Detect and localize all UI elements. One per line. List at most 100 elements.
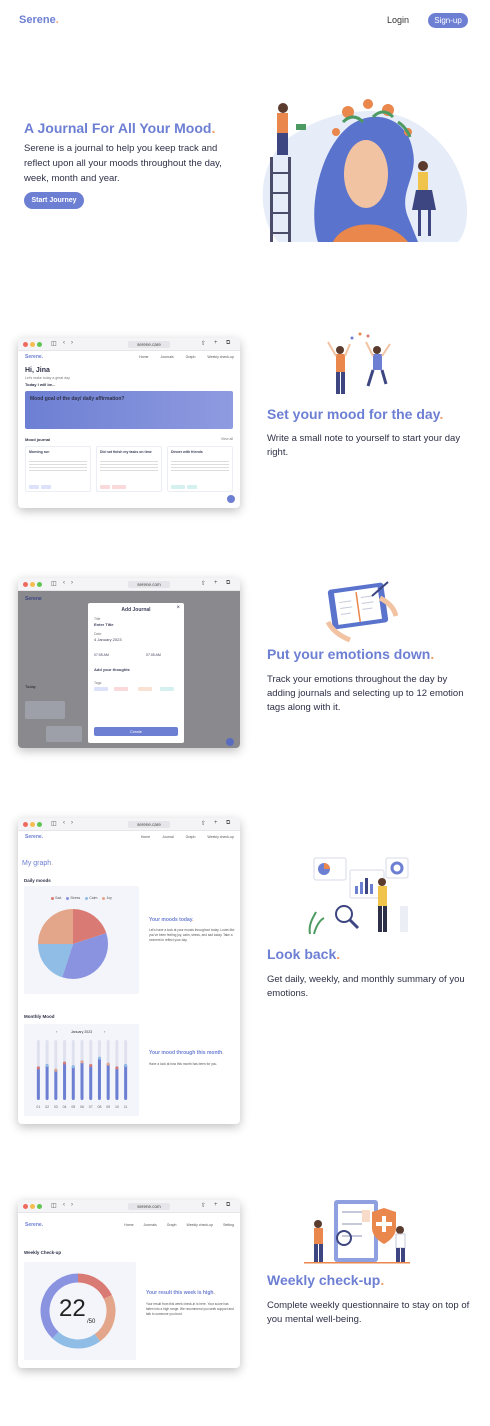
bar-label: 10 <box>115 1105 119 1109</box>
signup-button[interactable]: Sign-up <box>428 13 468 28</box>
bg-card <box>46 726 82 742</box>
bar-cap <box>97 1056 101 1060</box>
nav-home: Home <box>140 835 151 839</box>
pie-slice-joy <box>38 909 73 944</box>
title-label: Title <box>94 617 101 621</box>
bar-label: 09 <box>106 1105 110 1109</box>
legend-swatch <box>51 896 55 900</box>
feature-title-emotions: Put your emotions down. <box>267 646 435 662</box>
bar-label: 02 <box>45 1105 49 1109</box>
sidebar-icon: ◫ <box>51 581 57 587</box>
monthly-chart-card: ‹ January 2023 › 01 02 03 04 05 06 07 08 09 10 11 <box>24 1024 139 1116</box>
bar-cap <box>36 1066 40 1070</box>
nav-home: Home <box>124 1223 134 1227</box>
new-tab-icon: + <box>214 820 218 826</box>
chart-legend: Sad Stress Calm Joy <box>24 896 139 900</box>
title-input: Enter Title <box>94 622 114 627</box>
affirmation-banner: Mood goal of the day/ daily affirmation? <box>25 391 233 429</box>
legend-item: Joy <box>102 896 112 900</box>
bar <box>36 1066 40 1100</box>
writing-illustration <box>325 581 398 642</box>
tag <box>100 485 110 489</box>
bar-cap <box>80 1060 84 1064</box>
view-all-link: View all <box>221 437 233 441</box>
app-logo: Serene. <box>25 354 44 360</box>
legend-item: Stress <box>66 896 80 900</box>
monthly-mood-label: Monthly Mood <box>24 1014 55 1019</box>
app-nav: Serene. Home Journals Graph Weekly check… <box>18 351 240 363</box>
address-bar: serene.com <box>128 1203 170 1210</box>
month-text: Have a look at how this month has been f… <box>149 1062 218 1066</box>
app-logo: Serene <box>25 596 42 602</box>
time-from-input: 07:05 AM <box>94 653 109 657</box>
hero-title: A Journal For All Your Mood. <box>24 120 216 136</box>
legend-swatch <box>85 896 89 900</box>
bar-label: 11 <box>124 1105 128 1109</box>
screenshot-home: ◫ ‹ › serene.care ⇧ + ⧉ Serene. Home Jou… <box>18 338 240 508</box>
address-bar: serene.care <box>128 341 170 348</box>
browser-toolbar: ◫ ‹ › serene.com ⇧ + ⧉ <box>18 578 240 591</box>
create-button: Create <box>94 727 178 736</box>
mood-journal-label: Mood journal <box>25 437 51 442</box>
bar <box>80 1060 84 1100</box>
journal-card: Did not finish my tasks on time <box>96 446 162 492</box>
nav-setting: Setting <box>223 1223 234 1227</box>
login-link[interactable]: Login <box>387 15 409 25</box>
forward-icon: › <box>71 340 73 346</box>
nav-journals: Journals <box>160 355 174 359</box>
hero-description: Serene is a journal to help you keep tra… <box>24 143 222 184</box>
tag <box>94 687 108 691</box>
feature-title-weekly: Weekly check-up. <box>267 1272 385 1288</box>
back-icon: ‹ <box>63 340 65 346</box>
bar-label: 03 <box>54 1105 58 1109</box>
nav-graph: Graph <box>185 835 196 839</box>
bar-cap <box>71 1065 75 1069</box>
share-icon: ⇧ <box>201 1203 207 1209</box>
screenshot-graph: ◫ ‹ › serene.care ⇧ + ⧉ Serene. Home Jou… <box>18 818 240 1124</box>
tag <box>112 485 126 489</box>
month-heading: Your mood through this month. <box>149 1050 224 1056</box>
bar <box>97 1056 101 1100</box>
screenshot-weekly-checkup: ◫ ‹ › serene.com ⇧ + ⧉ Serene. Home Jour… <box>18 1200 240 1368</box>
celebration-illustration <box>327 332 391 394</box>
share-icon: ⇧ <box>201 821 207 827</box>
start-journey-button[interactable]: Start Journey <box>24 192 84 209</box>
date-label: Date <box>94 632 102 636</box>
screenshot-add-journal: ◫ ‹ › serene.com ⇧ + ⧉ Serene Today Add … <box>18 578 240 748</box>
bar-label: 04 <box>63 1105 67 1109</box>
weekly-checkup-label: Weekly Check-up <box>24 1250 62 1255</box>
tabs-icon: ⧉ <box>226 340 231 346</box>
legend-label: Calm <box>89 896 98 900</box>
card-title: Morning run <box>29 450 50 454</box>
nav-journal: Journal <box>162 835 174 839</box>
logo[interactable]: Serene. <box>19 14 59 26</box>
feature-text-weekly: Complete weekly questionnaire to stay on… <box>267 1300 470 1325</box>
today-label: Today <box>25 684 36 689</box>
new-tab-icon: + <box>214 340 218 346</box>
tag <box>114 687 128 691</box>
browser-toolbar: ◫ ‹ › serene.care ⇧ + ⧉ <box>18 338 240 351</box>
tabs-icon: ⧉ <box>226 1202 231 1208</box>
score-value: 22 <box>59 1295 86 1322</box>
legend-label: Stress <box>70 896 81 900</box>
add-journal-modal: Add Journal × Title Enter Title Date 4 J… <box>88 603 184 743</box>
new-tab-icon: + <box>214 1202 218 1208</box>
modal-title: Add Journal <box>121 607 151 613</box>
ring-segment <box>52 1331 101 1349</box>
journal-card: Morning run <box>25 446 91 492</box>
nav-weekly: Weekly check-up <box>207 355 234 359</box>
tabs-icon: ⧉ <box>226 580 231 586</box>
tag <box>138 687 152 691</box>
bar-cap <box>115 1066 119 1070</box>
health-check-illustration <box>304 1200 410 1264</box>
time-to-input: 07:05 AM <box>146 653 161 657</box>
sidebar-icon: ◫ <box>51 341 57 347</box>
card-body <box>100 461 158 473</box>
tag <box>29 485 39 489</box>
nav-graph: Graph <box>185 355 196 359</box>
bar-cap <box>63 1061 67 1065</box>
next-month-icon: › <box>104 1029 106 1034</box>
legend-item: Sad <box>51 896 61 900</box>
add-journal-fab <box>227 495 235 503</box>
daily-pie-chart <box>38 909 109 979</box>
